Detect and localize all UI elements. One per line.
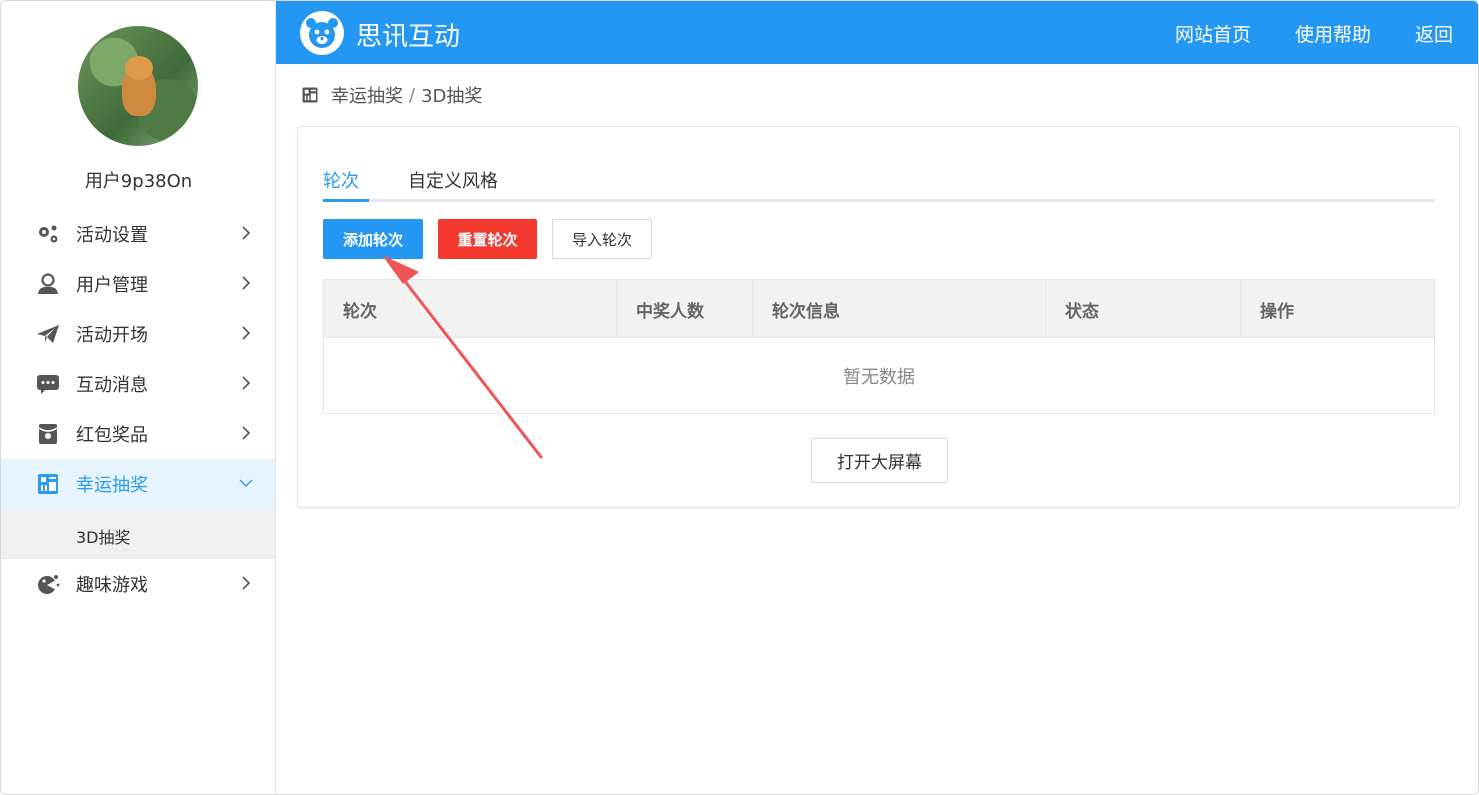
sidebar-item-label: 幸运抽奖 — [76, 475, 148, 496]
column-header-actions: 操作 — [1260, 301, 1294, 322]
app-window: 用户9p38On 活动设置 用户管理 活动开场 互动消息 红包奖品 幸运抽奖 3… — [0, 0, 1479, 795]
avatar[interactable] — [78, 26, 198, 146]
rounds-panel: 轮次 自定义风格 添加轮次 重置轮次 导入轮次 轮次 中奖人数 轮次信息 状态 … — [297, 126, 1460, 508]
sidebar-subitem-3d-draw[interactable]: 3D抽奖 — [1, 509, 275, 559]
brand-title[interactable]: 思讯互动 — [356, 16, 460, 53]
rounds-table: 轮次 中奖人数 轮次信息 状态 操作 暂无数据 — [323, 279, 1435, 414]
sidebar-item-label: 活动设置 — [76, 225, 148, 246]
tab-custom-style[interactable]: 自定义风格 — [408, 167, 498, 193]
add-round-button[interactable]: 添加轮次 — [323, 219, 423, 259]
chevron-right-icon — [242, 376, 251, 390]
username: 用户9p38On — [84, 171, 193, 192]
chevron-down-icon — [239, 479, 253, 487]
sidebar-subitem-label: 3D抽奖 — [76, 528, 131, 547]
nav-help[interactable]: 使用帮助 — [1295, 20, 1371, 47]
nav-home[interactable]: 网站首页 — [1175, 20, 1251, 47]
gears-icon — [39, 225, 58, 243]
chat-icon — [37, 375, 59, 394]
column-header-round: 轮次 — [324, 280, 617, 338]
sidebar-item-activity-settings[interactable]: 活动设置 — [1, 209, 275, 259]
breadcrumb-current: 3D抽奖 — [421, 86, 483, 107]
sidebar-item-label: 活动开场 — [76, 325, 148, 346]
column-header-round-info: 轮次信息 — [753, 280, 1046, 338]
sidebar-item-label: 互动消息 — [76, 375, 148, 396]
column-header-winners: 中奖人数 — [617, 280, 753, 338]
open-big-screen-button[interactable]: 打开大屏幕 — [811, 438, 948, 483]
sidebar-item-red-envelope-prizes[interactable]: 红包奖品 — [1, 409, 275, 459]
sidebar-item-label: 用户管理 — [76, 275, 148, 296]
chevron-right-icon — [242, 426, 251, 440]
sidebar-item-user-management[interactable]: 用户管理 — [1, 259, 275, 309]
reset-rounds-button[interactable]: 重置轮次 — [438, 219, 537, 259]
top-header: 思讯互动 网站首页 使用帮助 返回 — [276, 1, 1478, 64]
user-icon — [38, 273, 58, 294]
lottery-icon — [302, 87, 318, 103]
sidebar-item-fun-games[interactable]: 趣味游戏 — [1, 559, 275, 609]
empty-state-text: 暂无数据 — [843, 366, 915, 388]
sidebar-item-label: 趣味游戏 — [76, 575, 148, 596]
sidebar-item-lucky-draw[interactable]: 幸运抽奖 — [1, 459, 275, 509]
sidebar-item-label: 红包奖品 — [76, 425, 148, 446]
lottery-icon — [38, 474, 58, 494]
column-header-status: 状态 — [1046, 280, 1241, 338]
chevron-right-icon — [242, 226, 251, 240]
chevron-right-icon — [242, 326, 251, 340]
tab-bar: 轮次 自定义风格 — [323, 161, 1435, 202]
breadcrumb-separator: / — [409, 84, 416, 106]
tab-rounds[interactable]: 轮次 — [323, 167, 359, 193]
sidebar-menu: 活动设置 用户管理 活动开场 互动消息 红包奖品 幸运抽奖 3D抽奖 趣味游戏 — [1, 209, 275, 609]
sidebar-item-activity-opening[interactable]: 活动开场 — [1, 309, 275, 359]
tab-active-indicator — [323, 199, 369, 202]
import-rounds-button[interactable]: 导入轮次 — [552, 219, 652, 259]
breadcrumb: 幸运抽奖 / 3D抽奖 — [301, 83, 482, 107]
game-icon — [38, 575, 60, 594]
paper-plane-icon — [37, 325, 59, 343]
bear-logo-icon[interactable] — [300, 11, 344, 55]
red-envelope-icon — [38, 424, 58, 444]
sidebar: 用户9p38On 活动设置 用户管理 活动开场 互动消息 红包奖品 幸运抽奖 3… — [1, 1, 276, 794]
breadcrumb-parent[interactable]: 幸运抽奖 — [331, 82, 403, 108]
sidebar-item-interactive-messages[interactable]: 互动消息 — [1, 359, 275, 409]
chevron-right-icon — [242, 276, 251, 290]
chevron-right-icon — [242, 576, 251, 590]
nav-back[interactable]: 返回 — [1415, 20, 1453, 47]
table-header: 轮次 中奖人数 轮次信息 状态 操作 — [324, 280, 1434, 338]
